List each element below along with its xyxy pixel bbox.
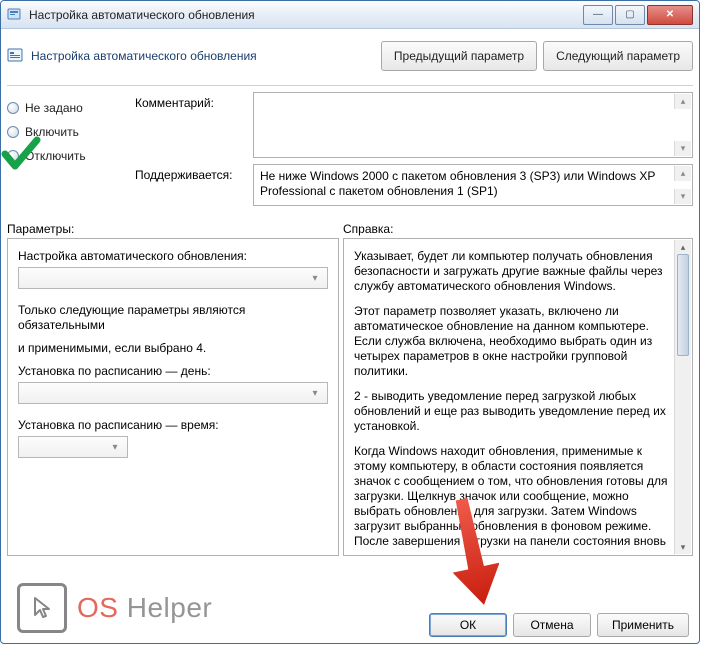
window-controls: — ▢ ✕ (581, 5, 693, 25)
parameters-heading: Параметры: (7, 222, 343, 236)
scroll-up-icon[interactable]: ▴ (674, 166, 691, 181)
cancel-button[interactable]: Отмена (513, 613, 591, 637)
supported-text: Не ниже Windows 2000 с пакетом обновлени… (260, 169, 655, 198)
radio-label: Не задано (25, 101, 83, 115)
supported-label: Поддерживается: (135, 164, 247, 206)
window-title: Настройка автоматического обновления (29, 8, 581, 22)
watermark-os: OS (77, 592, 118, 623)
policy-icon (7, 47, 25, 65)
radio-not-configured[interactable]: Не задано (7, 96, 119, 120)
radio-label: Отключить (25, 149, 86, 163)
supported-on-box: Не ниже Windows 2000 с пакетом обновлени… (253, 164, 693, 206)
comment-textarea[interactable]: ▴ ▾ (253, 92, 693, 158)
apply-button[interactable]: Применить (597, 613, 689, 637)
radio-dot-icon (7, 150, 19, 162)
help-paragraph: 2 - выводить уведомление перед загрузкой… (354, 389, 670, 434)
header-strip: Настройка автоматического обновления Пре… (7, 35, 693, 77)
dialog-buttons: ОК Отмена Применить (429, 613, 689, 637)
schedule-day-label: Установка по расписанию — день: (18, 364, 328, 378)
radio-dot-icon (7, 102, 19, 114)
body: Настройка автоматического обновления Пре… (1, 29, 699, 562)
config-row: Не задано Включить Отключить Комментарий (7, 92, 693, 206)
au-config-label: Настройка автоматического обновления: (18, 249, 328, 263)
header-title: Настройка автоматического обновления (31, 49, 257, 63)
split-panels: Настройка автоматического обновления: ▾ … (7, 238, 693, 556)
help-scrollbar[interactable]: ▴ ▾ (674, 240, 691, 554)
required-note-1: Только следующие параметры являются обяз… (18, 303, 328, 333)
section-labels: Параметры: Справка: (7, 222, 693, 236)
scroll-down-icon[interactable]: ▾ (674, 141, 691, 156)
divider (7, 85, 693, 86)
help-paragraph: Указывает, будет ли компьютер получать о… (354, 249, 670, 294)
radio-dot-icon (7, 126, 19, 138)
comment-label: Комментарий: (135, 92, 247, 158)
scroll-down-icon[interactable]: ▾ (674, 189, 691, 204)
minimize-button[interactable]: — (583, 5, 613, 25)
watermark: OS Helper (17, 583, 212, 633)
watermark-helper: Helper (118, 592, 212, 623)
required-note-2: и применимыми, если выбрано 4. (18, 341, 328, 356)
scroll-up-icon[interactable]: ▴ (674, 94, 691, 109)
state-radio-group: Не задано Включить Отключить (7, 92, 119, 206)
watermark-text: OS Helper (77, 592, 212, 624)
chevron-down-icon: ▾ (107, 442, 123, 453)
previous-setting-button[interactable]: Предыдущий параметр (381, 41, 537, 71)
chevron-down-icon: ▾ (307, 273, 323, 284)
titlebar: Настройка автоматического обновления — ▢… (1, 1, 699, 29)
au-config-dropdown[interactable]: ▾ (18, 267, 328, 289)
app-icon (7, 7, 23, 23)
maximize-button[interactable]: ▢ (615, 5, 645, 25)
schedule-time-label: Установка по расписанию — время: (18, 418, 328, 432)
policy-editor-window: Настройка автоматического обновления — ▢… (0, 0, 700, 644)
radio-enabled[interactable]: Включить (7, 120, 119, 144)
scroll-thumb[interactable] (677, 254, 689, 356)
cursor-icon (17, 583, 67, 633)
help-paragraph: Этот параметр позволяет указать, включен… (354, 304, 670, 379)
chevron-down-icon: ▾ (307, 388, 323, 399)
help-heading: Справка: (343, 222, 393, 236)
help-paragraph: Когда Windows находит обновления, примен… (354, 444, 670, 549)
radio-label: Включить (25, 125, 79, 139)
scroll-down-icon[interactable]: ▾ (675, 540, 691, 554)
schedule-day-dropdown[interactable]: ▾ (18, 382, 328, 404)
parameters-panel: Настройка автоматического обновления: ▾ … (7, 238, 339, 556)
next-setting-button[interactable]: Следующий параметр (543, 41, 693, 71)
schedule-time-dropdown[interactable]: ▾ (18, 436, 128, 458)
radio-disabled[interactable]: Отключить (7, 144, 119, 168)
ok-button[interactable]: ОК (429, 613, 507, 637)
help-panel: Указывает, будет ли компьютер получать о… (343, 238, 693, 556)
scroll-up-icon[interactable]: ▴ (675, 240, 691, 254)
close-button[interactable]: ✕ (647, 5, 693, 25)
